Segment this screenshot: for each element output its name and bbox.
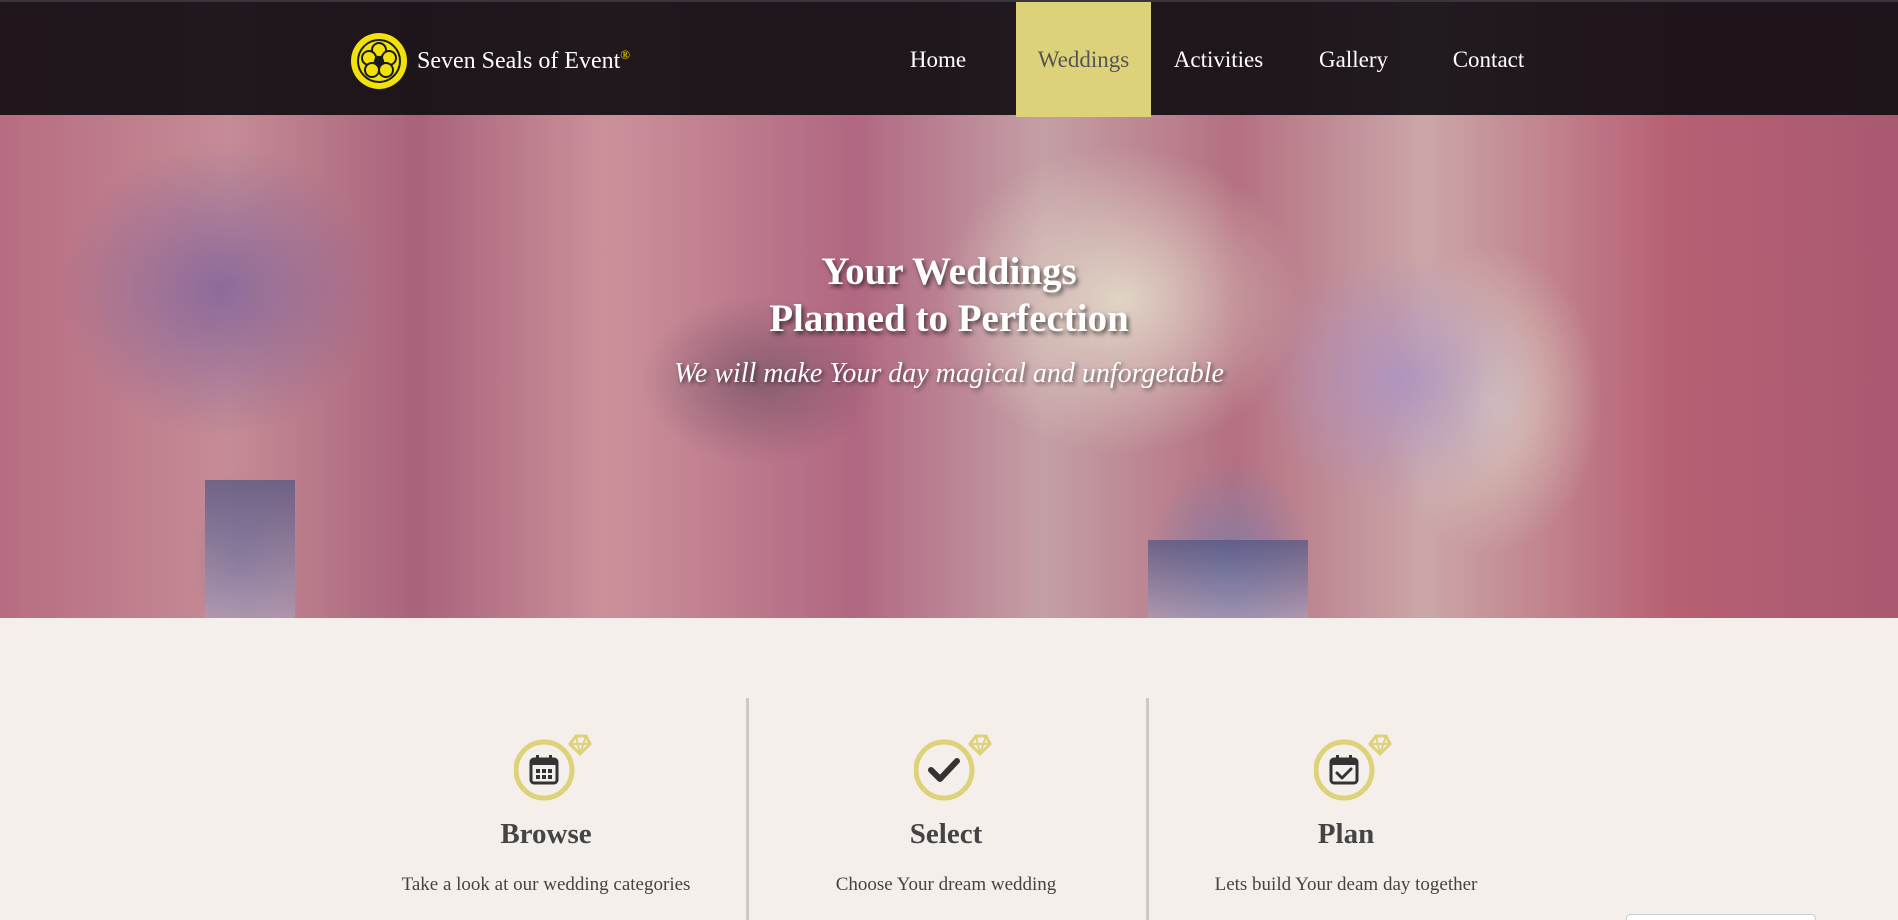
- registered-mark: ®: [620, 47, 631, 62]
- nav-activities[interactable]: Activities: [1151, 2, 1286, 117]
- check-ring-icon: [913, 726, 994, 806]
- features-section: Browse Take a look at our wedding catego…: [346, 698, 1546, 920]
- main-nav: Home Weddings Activities Gallery Contact: [883, 2, 1556, 117]
- feature-title: Plan: [1317, 818, 1375, 850]
- calendar-check-ring-icon: [1313, 726, 1394, 806]
- nav-gallery[interactable]: Gallery: [1286, 2, 1421, 117]
- hero-title-line1: Your Weddings: [821, 250, 1077, 293]
- brand-name-text: Seven Seals of Event: [417, 48, 621, 74]
- seal-flower-icon: [351, 33, 407, 89]
- brand[interactable]: Seven Seals of Event®: [351, 32, 630, 90]
- hero-title-line2: Planned to Perfection: [769, 297, 1129, 340]
- hero-subtitle: We will make Your day magical and unforg…: [674, 358, 1224, 389]
- calendar-ring-icon: [513, 726, 594, 806]
- feature-description: Lets build Your deam day together: [1214, 874, 1478, 895]
- nav-contact[interactable]: Contact: [1421, 2, 1556, 117]
- top-navbar: Seven Seals of Event® Home Weddings Acti…: [0, 0, 1898, 117]
- hero-title: Your Weddings Planned to Perfection: [0, 248, 1898, 342]
- nav-home[interactable]: Home: [883, 2, 993, 117]
- feature-browse[interactable]: Browse Take a look at our wedding catego…: [346, 698, 746, 920]
- feature-plan[interactable]: Plan Lets build Your deam day together: [1146, 698, 1546, 920]
- feature-description: Take a look at our wedding categories: [401, 874, 691, 895]
- nav-weddings[interactable]: Weddings: [1016, 2, 1151, 117]
- chat-widget-tab[interactable]: [1626, 914, 1816, 920]
- feature-description: Choose Your dream wedding: [835, 874, 1057, 895]
- feature-select[interactable]: Select Choose Your dream wedding: [746, 698, 1146, 920]
- feature-title: Browse: [500, 818, 592, 850]
- feature-title: Select: [909, 818, 983, 850]
- brand-name: Seven Seals of Event®: [417, 47, 630, 75]
